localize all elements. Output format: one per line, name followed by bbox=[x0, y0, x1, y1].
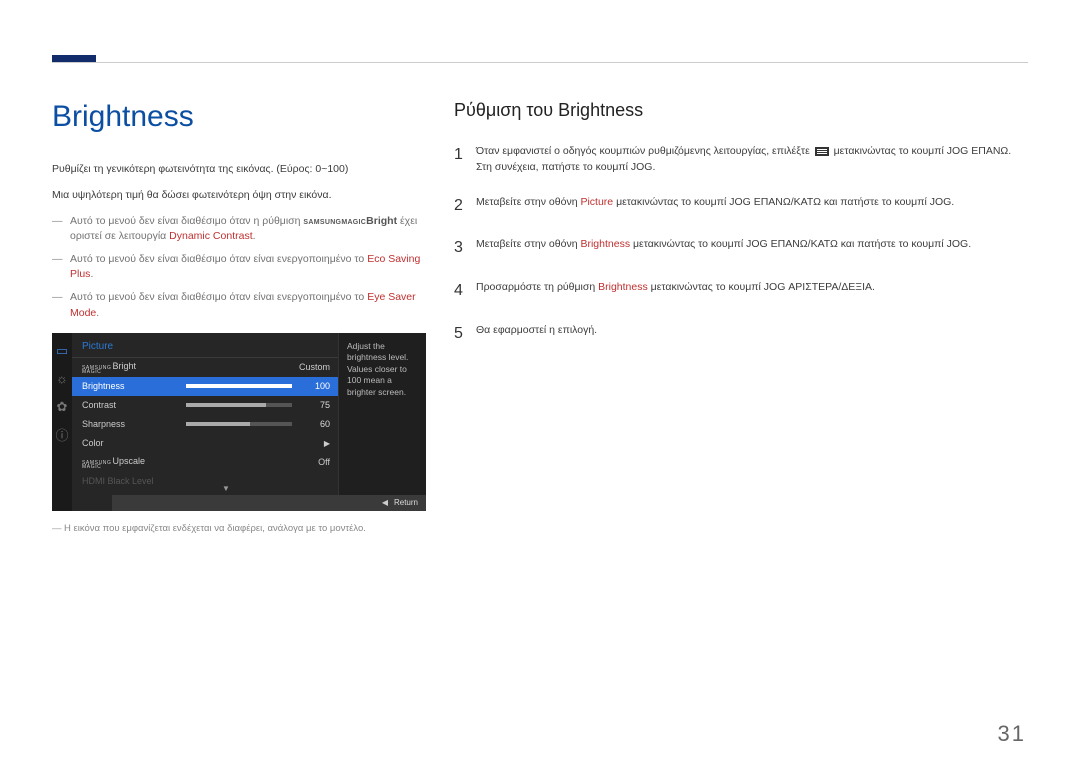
note-text: Αυτό το μενού δεν είναι διαθέσιμο όταν ε… bbox=[70, 291, 367, 303]
step-number: 5 bbox=[454, 322, 476, 347]
brightness-label: Brightness bbox=[82, 381, 186, 391]
osd-description: Adjust the brightness level. Values clos… bbox=[338, 333, 426, 511]
step-number: 3 bbox=[454, 236, 476, 261]
step-number: 2 bbox=[454, 194, 476, 219]
note-dynamic-contrast: Αυτό το μενού δεν είναι διαθέσιμο όταν η… bbox=[52, 214, 424, 244]
menu-icon bbox=[815, 147, 829, 156]
step-number: 1 bbox=[454, 143, 476, 176]
step-text: Μεταβείτε στην οθόνη bbox=[476, 196, 580, 208]
step-text: μετακινώντας το κουμπί JOG ΕΠΑΝΩ/ΚΑΤΩ κα… bbox=[633, 238, 971, 250]
osd-main: Picture SAMSUNGMAGIC Bright Custom Brigh… bbox=[72, 333, 426, 511]
step-4: 4 Προσαρμόστε τη ρύθμιση Brightness μετα… bbox=[454, 279, 1028, 304]
return-label[interactable]: Return bbox=[394, 498, 418, 507]
section-title: Ρύθμιση του Brightness bbox=[454, 100, 1028, 121]
brightness-ref: Brightness bbox=[580, 238, 630, 250]
step-number: 4 bbox=[454, 279, 476, 304]
settings-tab-icon[interactable]: ☼ bbox=[52, 371, 72, 387]
step-text: Μεταβείτε στην οθόνη bbox=[476, 238, 580, 250]
sharpness-bar bbox=[186, 422, 292, 426]
note-eco-saving: Αυτό το μενού δεν είναι διαθέσιμο όταν ε… bbox=[52, 252, 424, 282]
samsung-label: SAMSUNG bbox=[303, 219, 341, 226]
options-tab-icon[interactable]: ✿ bbox=[52, 399, 72, 415]
magic-bright-value: Custom bbox=[299, 362, 330, 372]
hdmi-black-label: HDMI Black Level bbox=[82, 476, 186, 486]
brightness-bar bbox=[186, 384, 292, 388]
contrast-bar bbox=[186, 403, 292, 407]
chevron-right-icon: ▶ bbox=[324, 439, 330, 448]
back-icon[interactable]: ◀ bbox=[382, 498, 388, 507]
picture-ref: Picture bbox=[580, 196, 613, 208]
step-text: μετακινώντας το κουμπί JOG ΕΠΑΝΩ/ΚΑΤΩ κα… bbox=[616, 196, 954, 208]
image-caption: Η εικόνα που εμφανίζεται ενδέχεται να δι… bbox=[52, 523, 424, 534]
header-divider bbox=[52, 62, 1028, 63]
step-5: 5 Θα εφαρμοστεί η επιλογή. bbox=[454, 322, 1028, 347]
page-title: Brightness bbox=[52, 100, 424, 134]
osd-sidebar: ▭ ☼ ✿ ⓘ bbox=[52, 333, 72, 511]
note-text: Αυτό το μενού δεν είναι διαθέσιμο όταν ε… bbox=[70, 253, 367, 265]
step-text: Όταν εμφανιστεί ο οδηγός κουμπιών ρυθμιζ… bbox=[476, 145, 813, 157]
upscale-value: Off bbox=[318, 457, 330, 467]
brightness-ref: Brightness bbox=[598, 281, 648, 293]
step-text: Προσαρμόστε τη ρύθμιση bbox=[476, 281, 598, 293]
color-label: Color bbox=[82, 438, 186, 448]
left-column: Brightness Ρυθμίζει τη γενικότερη φωτειν… bbox=[52, 100, 424, 534]
step-text: μετακινώντας το κουμπί JOG ΑΡΙΣΤΕΡΑ/ΔΕΞΙ… bbox=[651, 281, 875, 293]
note-eye-saver: Αυτό το μενού δεν είναι διαθέσιμο όταν ε… bbox=[52, 290, 424, 320]
note-text: Αυτό το μενού δεν είναι διαθέσιμο όταν η… bbox=[70, 215, 303, 227]
step-1: 1 Όταν εμφανιστεί ο οδηγός κουμπιών ρυθμ… bbox=[454, 143, 1028, 176]
step-2: 2 Μεταβείτε στην οθόνη Picture μετακινών… bbox=[454, 194, 1028, 219]
osd-footer: ◀ Return bbox=[112, 495, 426, 511]
bright-label: Bright bbox=[366, 215, 397, 227]
dynamic-contrast-label: Dynamic Contrast bbox=[169, 230, 252, 242]
picture-tab-icon[interactable]: ▭ bbox=[52, 343, 72, 359]
magic-upscale-label: SAMSUNGMAGIC Upscale bbox=[82, 456, 145, 469]
brightness-value: 100 bbox=[300, 381, 330, 391]
contrast-label: Contrast bbox=[82, 400, 186, 410]
scroll-down-icon[interactable]: ▼ bbox=[222, 484, 230, 493]
step-3: 3 Μεταβείτε στην οθόνη Brightness μετακι… bbox=[454, 236, 1028, 261]
contrast-value: 75 bbox=[300, 400, 330, 410]
osd-panel: ▭ ☼ ✿ ⓘ Picture SAMSUNGMAGIC Bright Cust… bbox=[52, 333, 424, 511]
step-text: Θα εφαρμοστεί η επιλογή. bbox=[476, 322, 1028, 347]
magic-bright-label: SAMSUNGMAGIC Bright bbox=[82, 361, 136, 374]
sharpness-value: 60 bbox=[300, 419, 330, 429]
magic-label: MAGIC bbox=[341, 219, 366, 226]
notes-list: Αυτό το μενού δεν είναι διαθέσιμο όταν η… bbox=[52, 214, 424, 321]
description-line-1: Ρυθμίζει τη γενικότερη φωτεινότητα της ε… bbox=[52, 162, 424, 178]
description-line-2: Μια υψηλότερη τιμή θα δώσει φωτεινότερη … bbox=[52, 188, 424, 204]
right-column: Ρύθμιση του Brightness 1 Όταν εμφανιστεί… bbox=[454, 100, 1028, 365]
sharpness-label: Sharpness bbox=[82, 419, 186, 429]
page-number: 31 bbox=[998, 721, 1026, 747]
info-tab-icon[interactable]: ⓘ bbox=[52, 427, 72, 443]
